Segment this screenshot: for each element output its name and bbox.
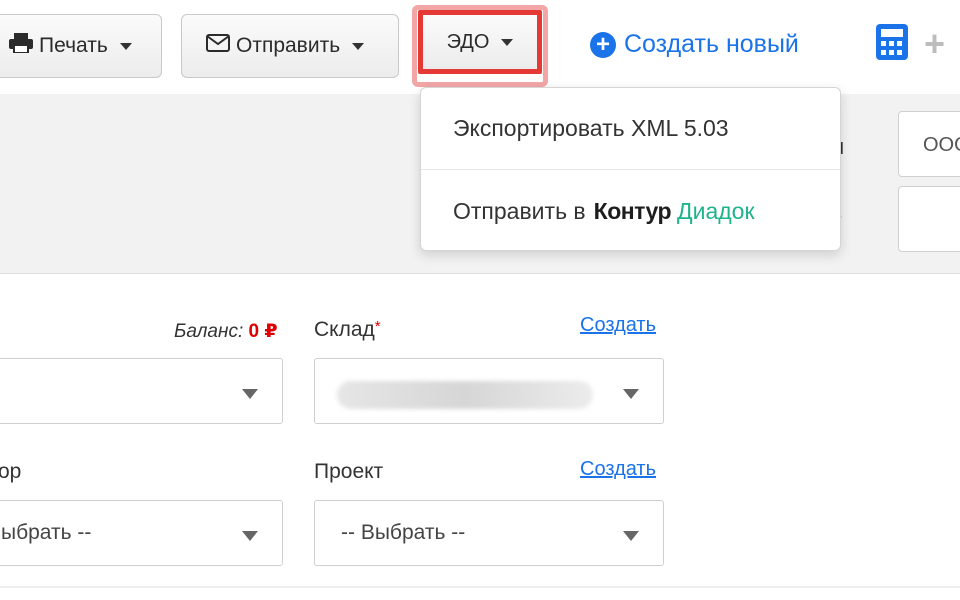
create-new-link[interactable]: + Создать новый bbox=[590, 30, 799, 59]
caret-down-icon bbox=[242, 389, 258, 399]
menu-item-send-label: Отправить в bbox=[453, 197, 586, 224]
balance: Баланс: 0 ₽ bbox=[174, 320, 278, 343]
warehouse-label-text: Склад bbox=[314, 318, 375, 341]
caret-down-icon bbox=[501, 38, 514, 46]
warehouse-label: Склад* bbox=[314, 318, 381, 342]
project-label: Проект bbox=[314, 460, 384, 483]
divider bbox=[0, 586, 960, 588]
printer-icon bbox=[9, 33, 33, 59]
warehouse-create-link[interactable]: Создать bbox=[580, 314, 656, 337]
organization-value: ООО bbox=[923, 134, 960, 156]
project-create-link[interactable]: Создать bbox=[580, 458, 656, 481]
warehouse-select[interactable] bbox=[314, 358, 664, 424]
envelope-icon bbox=[206, 34, 230, 58]
create-new-label: Создать новый bbox=[624, 30, 799, 58]
organization-select[interactable]: ООО bbox=[898, 111, 960, 177]
edo-dropdown-menu: Экспортировать XML 5.03 Отправить в Конт… bbox=[420, 87, 841, 251]
caret-down-icon bbox=[352, 42, 365, 50]
send-label: Отправить bbox=[236, 34, 341, 57]
diadoc-logo: Диадок bbox=[677, 197, 755, 224]
project-select-value: -- Выбрать -- bbox=[341, 521, 466, 544]
redacted-value bbox=[337, 381, 593, 409]
contract-label: ор bbox=[0, 460, 22, 483]
caret-down-icon bbox=[623, 389, 639, 399]
print-label: Печать bbox=[39, 34, 108, 57]
toolbar: Печать Отправить ЭДО + Создать новый + bbox=[0, 0, 960, 94]
plus-icon[interactable]: + bbox=[924, 26, 945, 62]
caret-down-icon bbox=[623, 531, 639, 541]
edo-label: ЭДО bbox=[446, 30, 490, 53]
contract-select-value: ыбрать -- bbox=[1, 521, 92, 544]
required-mark: * bbox=[374, 318, 381, 335]
balance-value: 0 ₽ bbox=[248, 321, 278, 342]
send-button[interactable]: Отправить bbox=[181, 14, 399, 78]
contract-select[interactable]: ыбрать -- bbox=[0, 500, 283, 566]
kontur-logo: Контур bbox=[593, 197, 672, 224]
print-button[interactable]: Печать bbox=[0, 14, 162, 78]
menu-item-export-xml-label: Экспортировать XML 5.03 bbox=[453, 115, 729, 141]
counterparty-select[interactable] bbox=[0, 358, 283, 424]
menu-item-export-xml[interactable]: Экспортировать XML 5.03 bbox=[421, 88, 840, 170]
caret-down-icon bbox=[242, 531, 258, 541]
calculator-icon[interactable] bbox=[876, 24, 908, 65]
caret-down-icon bbox=[119, 42, 132, 50]
edo-button[interactable]: ЭДО bbox=[418, 10, 542, 74]
project-select[interactable]: -- Выбрать -- bbox=[314, 500, 664, 566]
balance-label: Баланс: bbox=[174, 321, 244, 342]
menu-item-send-diadoc[interactable]: Отправить в Контур Диадок bbox=[421, 170, 840, 252]
plus-circle-icon: + bbox=[590, 31, 616, 58]
account-select[interactable] bbox=[898, 186, 960, 252]
